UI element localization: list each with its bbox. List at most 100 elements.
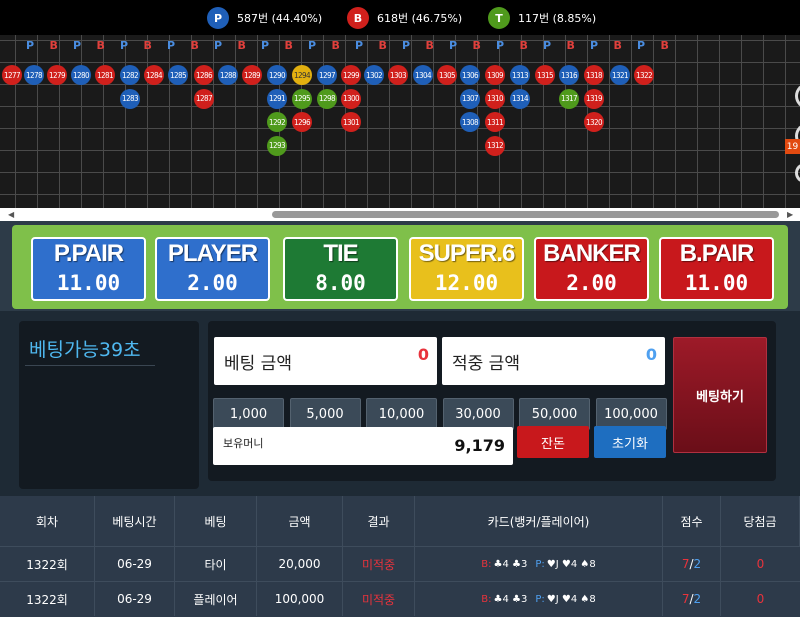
bet-option-odds: 12.00 bbox=[434, 271, 499, 295]
road-header-p: P bbox=[214, 39, 223, 52]
road-header-b: B bbox=[190, 39, 199, 52]
bead: 1310 bbox=[485, 88, 505, 109]
win-amount-field: 적중 금액 0 bbox=[442, 337, 665, 385]
reset-button[interactable]: 초기화 bbox=[594, 426, 666, 458]
stats-bar: P 587번 (44.40%) B 618번 (46.75%) T 117번 (8.85%… bbox=[0, 0, 800, 35]
divider bbox=[25, 365, 155, 366]
chip-button[interactable]: 1,000 bbox=[213, 398, 284, 430]
bet-option-tie[interactable]: TIE 8.00 bbox=[283, 237, 398, 301]
bead: 1283 bbox=[120, 88, 140, 109]
bead: 1288 bbox=[218, 65, 238, 85]
bead: 1287 bbox=[194, 88, 214, 109]
bead: 1316 bbox=[559, 65, 579, 85]
bead: 1290 bbox=[267, 65, 287, 85]
bead: 1314 bbox=[510, 88, 530, 109]
cell-round: 1322회 bbox=[0, 582, 95, 616]
bead: 1298 bbox=[317, 88, 337, 109]
card-banker-label: B: bbox=[481, 593, 492, 605]
bet-option-p-pair[interactable]: P.PAIR 11.00 bbox=[31, 237, 146, 301]
bead: 1311 bbox=[485, 112, 505, 132]
road-header-p: P bbox=[543, 39, 552, 52]
place-bet-button[interactable]: 베팅하기 bbox=[673, 337, 767, 453]
bet-option-b-pair[interactable]: B.PAIR 11.00 bbox=[659, 237, 774, 301]
bead: 1289 bbox=[242, 65, 262, 85]
cell-cards: B: ♣4 ♣3 P: ♥J ♥4 ♠8 bbox=[415, 547, 663, 581]
bet-history-table: 회차 베팅시간 베팅 금액 결과 카드(뱅커/플레이어) 점수 당첨금 1322회 06-29 타이… bbox=[0, 496, 800, 617]
scroll-right-arrow-icon[interactable]: ▶ bbox=[787, 210, 793, 219]
road-header: PBPBPBPBPBPBPBPBPBPBPBPBPBPB bbox=[0, 35, 700, 57]
bead: 1292 bbox=[267, 112, 287, 132]
win-amount-value: 0 bbox=[645, 345, 657, 364]
bead: 1282 bbox=[120, 65, 140, 85]
cell-amount: 100,000 bbox=[257, 582, 343, 616]
card-banker-label: B: bbox=[481, 558, 492, 570]
bet-options: P.PAIR 11.00 PLAYER 2.00 TIE 8.00 SUPER.6 12.00… bbox=[12, 225, 788, 309]
betting-timer: 베팅가능39초 bbox=[29, 339, 141, 361]
timer-box: 베팅가능39초 bbox=[19, 321, 199, 489]
bet-option-odds: 11.00 bbox=[684, 271, 749, 295]
bead: 1300 bbox=[341, 88, 361, 109]
bead-road: P B P B P B P B P B P B P B P B P B P B P B P B P B P B 1277 1278 127… bbox=[0, 35, 800, 208]
chip-button[interactable]: 30,000 bbox=[442, 398, 514, 430]
road-header-p: P bbox=[402, 39, 411, 52]
road-header-b: B bbox=[472, 39, 481, 52]
bet-option-odds: 8.00 bbox=[315, 271, 366, 295]
cell-result: 미적중 bbox=[343, 547, 415, 581]
bead: 1284 bbox=[144, 65, 164, 85]
chip-button[interactable]: 10,000 bbox=[366, 398, 437, 430]
road-header-b: B bbox=[49, 39, 58, 52]
chip-button[interactable]: 5,000 bbox=[289, 398, 361, 430]
bead: 1277 bbox=[2, 65, 22, 85]
bead: 1285 bbox=[168, 65, 188, 85]
road-header-b: B bbox=[660, 39, 669, 52]
road-header-b: B bbox=[237, 39, 246, 52]
bead: 1286 bbox=[194, 65, 214, 85]
table-header-cell: 베팅 bbox=[175, 496, 257, 546]
bet-amount-label: 베팅 금액 bbox=[224, 354, 292, 374]
bead: 1303 bbox=[388, 65, 408, 85]
scroll-thumb[interactable] bbox=[272, 211, 779, 218]
cell-cards: B: ♣4 ♣3 P: ♥J ♥4 ♠8 bbox=[415, 582, 663, 616]
score-banker: 7 bbox=[681, 557, 690, 571]
scroll-left-arrow-icon[interactable]: ◀ bbox=[8, 210, 14, 219]
table-header-cell: 금액 bbox=[257, 496, 343, 546]
stat-dot: T bbox=[488, 7, 510, 29]
bet-option-odds: 11.00 bbox=[56, 271, 121, 295]
bet-amount-field: 베팅 금액 0 bbox=[214, 337, 437, 385]
bead: 1307 bbox=[460, 88, 480, 109]
balance-value: 9,179 bbox=[454, 436, 505, 455]
bet-option-name: PLAYER bbox=[167, 240, 258, 267]
bead: 1294 bbox=[292, 65, 312, 85]
table-row: 1322회 06-29 플레이어 100,000 미적중 B: ♣4 ♣3 P: ♥J ♥4 ♠… bbox=[0, 581, 800, 616]
cell-time: 06-29 bbox=[95, 582, 175, 616]
bead: 1304 bbox=[413, 65, 433, 85]
change-button[interactable]: 잔돈 bbox=[517, 426, 589, 458]
bead: 1318 bbox=[584, 65, 604, 85]
balance-label: 보유머니 bbox=[223, 437, 264, 450]
cell-prize: 0 bbox=[756, 557, 765, 571]
road-header-p: P bbox=[637, 39, 646, 52]
road-header-p: P bbox=[26, 39, 35, 52]
bet-option-name: B.PAIR bbox=[679, 240, 755, 267]
road-header-p: P bbox=[308, 39, 317, 52]
road-header-b: B bbox=[566, 39, 575, 52]
road-header-p: P bbox=[167, 39, 176, 52]
bet-option-banker[interactable]: BANKER 2.00 bbox=[534, 237, 649, 301]
road-edge-mark bbox=[795, 163, 800, 183]
bet-option-odds: 2.00 bbox=[187, 271, 238, 295]
bet-option-player[interactable]: PLAYER 2.00 bbox=[155, 237, 270, 301]
bet-option-super-6[interactable]: SUPER.6 12.00 bbox=[409, 237, 524, 301]
cell-amount: 20,000 bbox=[257, 547, 343, 581]
card-banker-value: ♣4 ♣3 bbox=[493, 593, 528, 605]
bead: 1320 bbox=[584, 112, 604, 132]
bead: 1322 bbox=[634, 65, 654, 85]
road-scrollbar[interactable]: ◀ ▶ bbox=[0, 208, 800, 221]
road-header-b: B bbox=[613, 39, 622, 52]
road-header-b: B bbox=[331, 39, 340, 52]
bead: 1295 bbox=[292, 88, 312, 109]
table-header-cell: 결과 bbox=[343, 496, 415, 546]
bet-options-panel: P.PAIR 11.00 PLAYER 2.00 TIE 8.00 SUPER.6 12.00… bbox=[0, 221, 800, 311]
bead: 1296 bbox=[292, 112, 312, 132]
bead: 1305 bbox=[437, 65, 457, 85]
stat-text: 117번 (8.85%) bbox=[518, 12, 597, 25]
